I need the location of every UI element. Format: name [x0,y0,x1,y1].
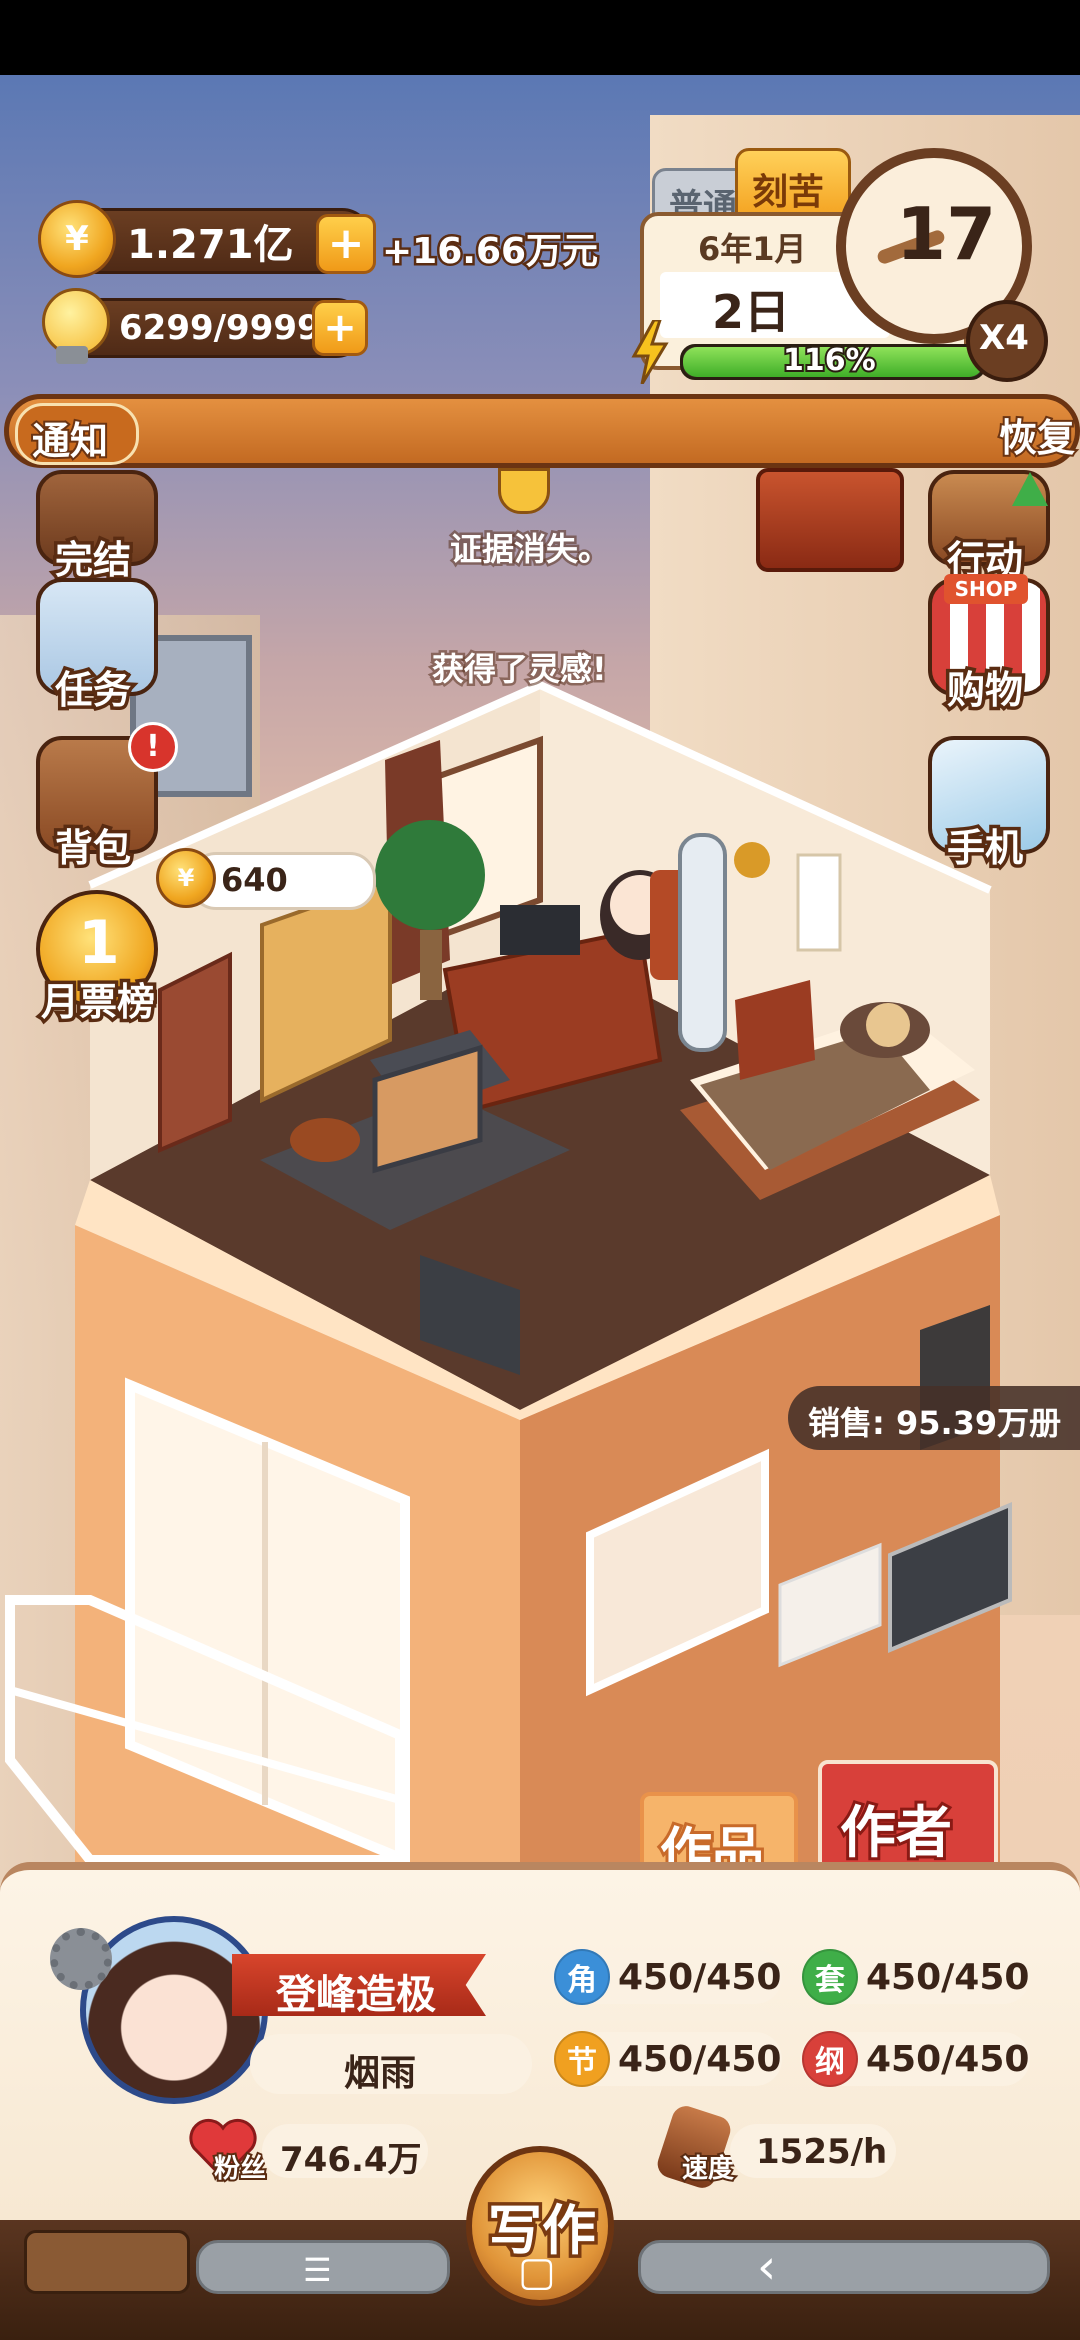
add-coins-button[interactable]: + [316,214,376,274]
rank-ribbon: 登峰造极 [232,1954,486,2016]
author-name-box: 烟雨 [250,2034,532,2094]
calendar-year-month: 6年1月 [698,230,807,268]
fans-count: 746.4万 [280,2140,422,2180]
coin-icon: ¥ [156,848,216,908]
sidebar-label: 月票榜 [37,977,158,1028]
rank-title: 登峰造极 [276,1972,436,2018]
status-bar [0,0,1080,75]
speed-label: 速度 [680,2152,736,2186]
event-message: 证据消失。 [447,528,612,571]
sidebar-label: 任务 [51,665,134,716]
event-message: 获得了灵感! [430,648,610,691]
coin-bubble[interactable]: 640 [190,852,376,910]
inspiration-amount: 6299/9999 [119,308,321,348]
stat-outline: 纲 450/450 [800,2031,1030,2087]
sales-badge: 销售: 95.39万册 [788,1386,1080,1450]
sidebar-item-tasks[interactable]: 任务 [28,578,158,716]
sidebar-label: 背包 [51,823,134,874]
sidebar-item-backpack[interactable]: 背包 ! [28,722,178,874]
sidebar-label: 手机 [943,823,1026,874]
plot-icon: 套 [802,1949,858,2005]
add-inspiration-button[interactable]: + [312,300,368,356]
arrow-up-icon [1012,472,1048,506]
sidebar-item-finish[interactable]: 完结 [28,448,158,586]
calendar-day: 2日 [712,285,791,339]
bottom-tab-left[interactable] [24,2230,190,2294]
rhythm-icon: 节 [554,2031,610,2087]
stat-plot: 套 450/450 [800,1949,1030,2005]
system-home-button[interactable]: ▢ [518,2250,562,2294]
character-icon: 角 [554,1949,610,2005]
fans-label: 粉丝 [212,2152,268,2186]
settings-gear-icon[interactable] [50,1928,112,1990]
author-name: 烟雨 [344,2053,417,2094]
shop-sign: SHOP [944,574,1028,604]
gong-icon [756,468,904,572]
sales-text: 销售: 95.39万册 [808,1404,1062,1442]
lightning-icon [630,318,670,385]
coin-amount: 1.271亿 [127,222,294,268]
coin-icon: ¥ [38,200,116,278]
sidebar-item-shop[interactable]: SHOP 购物 [920,574,1050,716]
energy-bar: 116% [680,341,986,380]
alert-badge: ! [128,722,178,772]
sidebar-item-phone[interactable]: 手机 [920,736,1050,874]
lightbulb-icon [498,468,550,514]
system-menu-button[interactable]: ☰ [196,2240,450,2294]
speed-multiplier-button[interactable]: X4 [966,300,1048,382]
notice-bar[interactable]: 通知 恢复 [4,394,1080,468]
stat-rhythm: 节 450/450 [552,2031,782,2087]
energy-percent: 116% [781,341,878,380]
clock-value: 17 [896,192,997,276]
sidebar-item-monthly-ranking[interactable]: 1 月票榜 [28,890,159,1028]
fans-box: 746.4万 [262,2124,428,2180]
speed-value: 1525/h [756,2132,888,2172]
coin-income: +16.66万元 [379,229,600,275]
sidebar-item-action[interactable]: 行动 [920,448,1050,586]
system-back-button[interactable]: ‹ [638,2239,1050,2295]
coin-bubble-amount: 640 [221,861,288,899]
lightbulb-base-icon [56,346,88,364]
outline-icon: 纲 [802,2031,858,2087]
sidebar-label: 完结 [51,535,134,586]
sidebar-label: 购物 [943,665,1026,716]
speed-box: 1525/h [730,2124,896,2178]
stat-character: 角 450/450 [552,1949,782,2005]
